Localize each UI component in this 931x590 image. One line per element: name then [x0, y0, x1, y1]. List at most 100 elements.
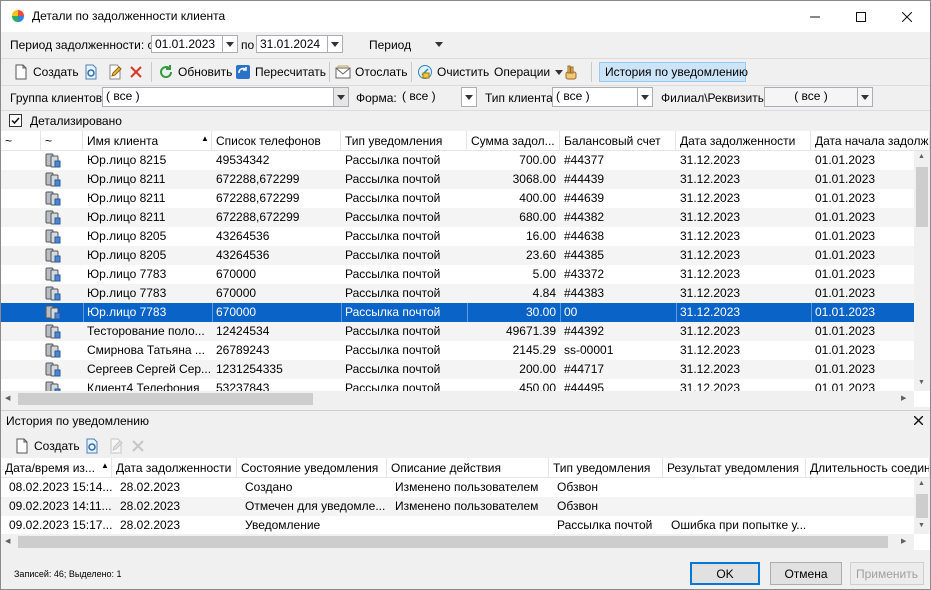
- table-row[interactable]: Юр.лицо 7783 670000 Рассылка почтой 30.00 00…: [1, 303, 914, 322]
- client-group-select[interactable]: ( все ): [102, 87, 334, 107]
- branch-dropdown[interactable]: [857, 87, 873, 107]
- table-row[interactable]: Юр.лицо 8211 672288,672299 Рассылка почтой…: [1, 189, 914, 208]
- table-cell: #43372: [564, 267, 605, 281]
- delete-button[interactable]: [128, 61, 144, 83]
- column-header-notify-type[interactable]: Тип уведомления: [549, 458, 663, 478]
- table-cell: 01.01.2023: [815, 324, 876, 338]
- history-toggle-button[interactable]: История по уведомлению: [599, 62, 748, 82]
- history-close-button[interactable]: [913, 414, 924, 428]
- maximize-button[interactable]: [838, 1, 884, 32]
- branch-select[interactable]: ( все ): [764, 87, 858, 107]
- history-edit-button[interactable]: [108, 435, 124, 457]
- column-header-state[interactable]: Состояние уведомления: [237, 458, 387, 478]
- table-cell: Создано: [245, 480, 293, 494]
- table-row[interactable]: Юр.лицо 7783 670000 Рассылка почтой 5.00 #43…: [1, 265, 914, 284]
- hand-button[interactable]: [563, 61, 579, 83]
- column-header-result[interactable]: Результат уведомления: [663, 458, 806, 478]
- history-view-button[interactable]: [84, 435, 100, 457]
- table-row[interactable]: Сергеев Сергей Сер... 1231254335 Рассылка …: [1, 360, 914, 379]
- recalculate-icon: [236, 65, 250, 79]
- column-header[interactable]: ~: [41, 131, 83, 151]
- period-to-dropdown[interactable]: [327, 35, 343, 53]
- recalculate-button[interactable]: Пересчитать: [235, 61, 326, 83]
- period-to-input[interactable]: 31.01.2024: [256, 35, 328, 53]
- form-dropdown[interactable]: [461, 87, 477, 107]
- database-icon: [45, 248, 61, 263]
- column-header-action[interactable]: Описание действия: [387, 458, 549, 478]
- column-header-debt-start[interactable]: Дата начала задолженности: [811, 131, 930, 151]
- table-cell: 670000: [216, 305, 257, 319]
- period-from-input[interactable]: 01.01.2023: [151, 35, 223, 53]
- column-header-client-name[interactable]: Имя клиента: [83, 131, 212, 151]
- table-cell: [667, 497, 810, 516]
- table-cell: 670000: [216, 286, 257, 300]
- view-button[interactable]: [83, 61, 99, 83]
- operations-menu[interactable]: Операции: [494, 61, 564, 83]
- table-cell: 680.00: [519, 210, 556, 224]
- table-row[interactable]: Смирнова Татьяна ... 26789243 Рассылка поч…: [1, 341, 914, 360]
- ok-button[interactable]: OK: [690, 562, 760, 585]
- history-grid-hscroll[interactable]: ◀ ▶: [1, 534, 914, 550]
- column-header[interactable]: ~: [1, 131, 41, 151]
- new-document-icon: [15, 64, 27, 80]
- debts-grid-vscroll[interactable]: ▲ ▼: [914, 151, 930, 391]
- chevron-down-icon: [331, 41, 339, 47]
- history-grid-vscroll[interactable]: ▲ ▼: [914, 478, 930, 534]
- scroll-thumb[interactable]: [18, 393, 313, 405]
- table-cell: 01.01.2023: [815, 248, 876, 262]
- column-header-debt-date[interactable]: Дата задолженности: [112, 458, 237, 478]
- table-cell: 28.02.2023: [120, 480, 181, 494]
- history-row[interactable]: 09.02.2023 14:11... 28.02.2023 Отмечен для…: [1, 497, 914, 516]
- scroll-thumb[interactable]: [18, 536, 888, 548]
- column-header-debt-sum[interactable]: Сумма задол...: [467, 131, 560, 151]
- client-type-dropdown[interactable]: [637, 87, 653, 107]
- client-type-select[interactable]: ( все ): [552, 87, 638, 107]
- history-row[interactable]: 09.02.2023 15:17... 28.02.2023 Уведомление…: [1, 516, 914, 535]
- client-group-dropdown[interactable]: [333, 87, 349, 107]
- table-cell: Рассылка почтой: [345, 248, 441, 262]
- maximize-icon: [856, 11, 866, 22]
- table-cell: Изменено пользователем: [395, 499, 539, 513]
- table-cell: 01.01.2023: [815, 191, 876, 205]
- history-create-button[interactable]: Создать: [14, 435, 80, 457]
- form-label: Форма:: [356, 91, 397, 105]
- table-row[interactable]: Тесторование поло... 12424534 Рассылка поч…: [1, 322, 914, 341]
- table-row[interactable]: Юр.лицо 7783 670000 Рассылка почтой 4.84 #44…: [1, 284, 914, 303]
- column-header-datetime[interactable]: Дата/время из...: [1, 458, 112, 478]
- cancel-button[interactable]: Отмена: [770, 562, 842, 585]
- edit-button[interactable]: [107, 61, 123, 83]
- send-button[interactable]: Отослать: [335, 61, 408, 83]
- table-cell: 28.02.2023: [120, 499, 181, 513]
- column-header-debt-date[interactable]: Дата задолженности: [676, 131, 811, 151]
- minimize-button[interactable]: [792, 1, 838, 32]
- detailed-checkbox[interactable]: [9, 114, 22, 127]
- column-header-account[interactable]: Балансовый счет: [560, 131, 676, 151]
- refresh-button[interactable]: Обновить: [158, 61, 232, 83]
- period-mode-label[interactable]: Период: [369, 38, 411, 52]
- table-cell: Обзвон: [557, 480, 598, 494]
- database-icon: [45, 324, 61, 339]
- table-row[interactable]: Юр.лицо 8211 672288,672299 Рассылка почтой…: [1, 208, 914, 227]
- period-mode-dropdown[interactable]: [435, 42, 443, 47]
- table-cell: Юр.лицо 8211: [87, 172, 166, 186]
- close-button[interactable]: [884, 1, 930, 32]
- table-row[interactable]: Юр.лицо 8215 49534342 Рассылка почтой 700.0…: [1, 151, 914, 170]
- column-header-duration[interactable]: Длительность соединения: [806, 458, 930, 478]
- column-header-phones[interactable]: Список телефонов: [212, 131, 341, 151]
- column-header-notify-type[interactable]: Тип уведомления: [341, 131, 467, 151]
- period-from-dropdown[interactable]: [222, 35, 238, 53]
- history-row[interactable]: 08.02.2023 15:14... 28.02.2023 Создано Изме…: [1, 478, 914, 497]
- table-cell: Изменено пользователем: [395, 480, 539, 494]
- form-select[interactable]: ( все ): [398, 87, 462, 107]
- scroll-thumb[interactable]: [916, 167, 928, 227]
- debts-grid-hscroll[interactable]: ◀ ▶: [1, 391, 914, 407]
- history-delete-button[interactable]: [130, 435, 146, 457]
- table-row[interactable]: Юр.лицо 8205 43264536 Рассылка почтой 23.60…: [1, 246, 914, 265]
- table-row[interactable]: Юр.лицо 8205 43264536 Рассылка почтой 16.00…: [1, 227, 914, 246]
- table-row[interactable]: Юр.лицо 8211 672288,672299 Рассылка почтой…: [1, 170, 914, 189]
- scroll-thumb[interactable]: [916, 494, 928, 518]
- create-button[interactable]: Создать: [13, 61, 79, 83]
- clear-button[interactable]: Очистить: [417, 61, 489, 83]
- apply-button[interactable]: Применить: [850, 562, 924, 585]
- table-cell: 5.00: [532, 267, 556, 281]
